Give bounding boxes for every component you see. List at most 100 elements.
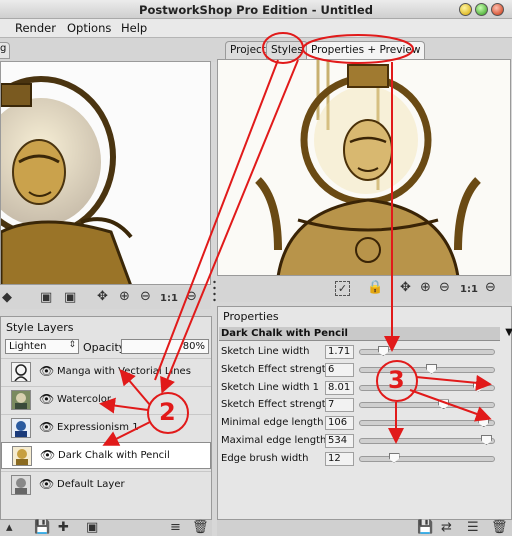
eye-icon[interactable]: 👁 <box>39 477 54 491</box>
property-slider[interactable] <box>359 452 495 463</box>
dropdown-arrow-icon[interactable]: ▼ <box>505 327 512 338</box>
property-row: Sketch Line width 1 8.01 <box>218 380 511 397</box>
menu-options[interactable]: Options <box>67 21 111 35</box>
tab-properties-preview[interactable]: Properties + Preview <box>306 41 426 59</box>
close-button[interactable] <box>491 3 504 16</box>
layer-name: Dark Chalk with Pencil <box>58 450 170 461</box>
add-layer-icon[interactable]: ✚ <box>58 521 69 535</box>
layer-row[interactable]: 👁 Default Layer <box>1 471 211 498</box>
property-value-field[interactable]: 6 <box>325 362 354 377</box>
zoom-out-icon[interactable]: ⊖ <box>439 281 450 295</box>
settings-icon[interactable]: ☰ <box>467 521 479 535</box>
property-slider[interactable] <box>359 346 495 356</box>
property-label: Edge brush width <box>221 452 309 464</box>
property-label: Maximal edge length <box>221 435 327 446</box>
save-icon[interactable]: 💾 <box>417 521 433 535</box>
tab-styles[interactable]: Styles <box>266 41 308 59</box>
property-label: Sketch Effect strength <box>221 363 332 375</box>
camera-icon[interactable]: ▣ <box>86 521 98 535</box>
right-preview-image <box>218 60 510 275</box>
property-slider[interactable] <box>359 435 495 445</box>
minimize-button[interactable] <box>459 3 472 16</box>
layer-name: Manga with Vectorial Lines <box>57 366 191 377</box>
zoom-in-icon[interactable]: ⊕ <box>119 290 130 304</box>
slider-thumb[interactable] <box>426 363 438 374</box>
menu-help[interactable]: Help <box>121 21 147 35</box>
slider-thumb[interactable] <box>478 417 490 428</box>
zoom-out-icon[interactable]: ⊖ <box>140 290 151 304</box>
layer-row[interactable]: 👁 Watercolor <box>1 386 211 413</box>
title-bar: PostworkShop Pro Edition - Untitled <box>0 0 512 19</box>
blend-mode-select[interactable]: Lighten ⇕ <box>5 339 79 354</box>
property-row: Sketch Effect strength 17 <box>218 397 511 414</box>
property-row: Edge brush width 12 <box>218 451 511 468</box>
layer-name: Expressionism 1 <box>57 422 139 433</box>
panel-splitter[interactable] <box>213 278 216 304</box>
preview-toolbar: ✓ 🔒 ✥ ⊕ ⊖ 1:1 ⊖ <box>217 276 511 302</box>
layers-icon[interactable]: ≡ <box>170 521 181 535</box>
save-icon[interactable]: 💾 <box>34 521 50 535</box>
lock-icon[interactable]: 🔒 <box>367 281 383 295</box>
maximize-button[interactable] <box>475 3 488 16</box>
property-slider[interactable] <box>359 417 495 428</box>
eye-icon[interactable]: 👁 <box>39 364 54 378</box>
eye-icon[interactable]: 👁 <box>40 448 55 462</box>
property-value-field[interactable]: 1.71 <box>325 345 354 359</box>
layer-row-selected[interactable]: 👁 Dark Chalk with Pencil <box>1 442 211 469</box>
hand-icon[interactable]: ✥ <box>400 281 411 295</box>
layers-toolbar: ▴ 💾 ✚ ▣ ≡ 🗑 <box>0 520 212 536</box>
property-slider[interactable] <box>359 363 495 374</box>
properties-header: Properties <box>223 310 279 323</box>
menu-render[interactable]: Render <box>15 21 56 35</box>
property-row: Maximal edge length 534 <box>218 433 511 450</box>
property-value-field[interactable]: 7 <box>325 398 354 413</box>
property-value-field[interactable]: 8.01 <box>325 380 354 395</box>
layer-thumbnail <box>11 362 31 382</box>
layer-name: Default Layer <box>57 479 125 490</box>
layer-row[interactable]: 👁 Expressionism 1 <box>1 414 211 441</box>
camera-compare-icon[interactable]: ▣ <box>64 291 76 305</box>
slider-thumb[interactable] <box>377 346 389 356</box>
property-slider[interactable] <box>359 399 495 410</box>
slider-thumb[interactable] <box>388 452 400 463</box>
left-zoom-toolbar: ◆ ▣ ▣ ✥ ⊕ ⊖ 1:1 ⊖ <box>0 287 211 309</box>
scroll-arrow-icon[interactable]: ▴ <box>6 521 13 535</box>
tab-styles-label: Styles <box>271 44 303 56</box>
property-value-field[interactable]: 12 <box>325 451 354 466</box>
property-row: Sketch Line width 1.71 <box>218 344 511 361</box>
slider-thumb[interactable] <box>438 399 450 410</box>
camera-icon[interactable]: ▣ <box>40 291 52 305</box>
property-value-field[interactable]: 106 <box>325 416 354 431</box>
left-tab-label: g <box>0 43 7 54</box>
properties-toolbar: 💾 ⇄ ☰ 🗑 <box>217 520 512 536</box>
eye-icon[interactable]: 👁 <box>39 392 54 406</box>
link-icon[interactable]: ⇄ <box>441 521 452 535</box>
slider-thumb[interactable] <box>472 381 484 392</box>
style-name: Dark Chalk with Pencil <box>221 328 348 339</box>
opacity-value: 80% <box>182 341 205 352</box>
left-preview-canvas[interactable] <box>0 61 211 285</box>
layer-row[interactable]: 👁 Manga with Vectorial Lines <box>1 358 211 385</box>
eye-icon[interactable]: 👁 <box>39 420 54 434</box>
trash-icon[interactable]: 🗑 <box>192 521 209 535</box>
hand-icon[interactable]: ✥ <box>97 290 108 304</box>
annotation-number-2: 2 <box>159 398 176 426</box>
property-value-field[interactable]: 534 <box>325 434 354 448</box>
zoom-fit-icon[interactable]: ⊖ <box>485 281 496 295</box>
property-slider[interactable] <box>359 381 495 392</box>
layer-thumbnail <box>12 446 32 466</box>
property-row: Sketch Effect strength 6 <box>218 362 511 379</box>
right-preview-canvas[interactable] <box>217 59 511 276</box>
trash-icon[interactable]: 🗑 <box>491 521 508 535</box>
style-name-bar[interactable]: Dark Chalk with Pencil ▼ <box>219 327 512 341</box>
zoom-fit-icon[interactable]: ⊖ <box>186 290 197 304</box>
zoom-ratio[interactable]: 1:1 <box>160 292 178 306</box>
opacity-field[interactable]: 80% <box>121 339 209 354</box>
handle-icon: ◆ <box>2 290 12 305</box>
properties-panel: Properties Dark Chalk with Pencil ▼ Sket… <box>217 306 512 520</box>
slider-thumb[interactable] <box>480 435 492 445</box>
zoom-ratio[interactable]: 1:1 <box>460 283 478 297</box>
zoom-in-icon[interactable]: ⊕ <box>420 281 431 295</box>
left-panel-tab[interactable]: g <box>0 42 10 59</box>
checkbox-icon[interactable]: ✓ <box>335 281 350 296</box>
